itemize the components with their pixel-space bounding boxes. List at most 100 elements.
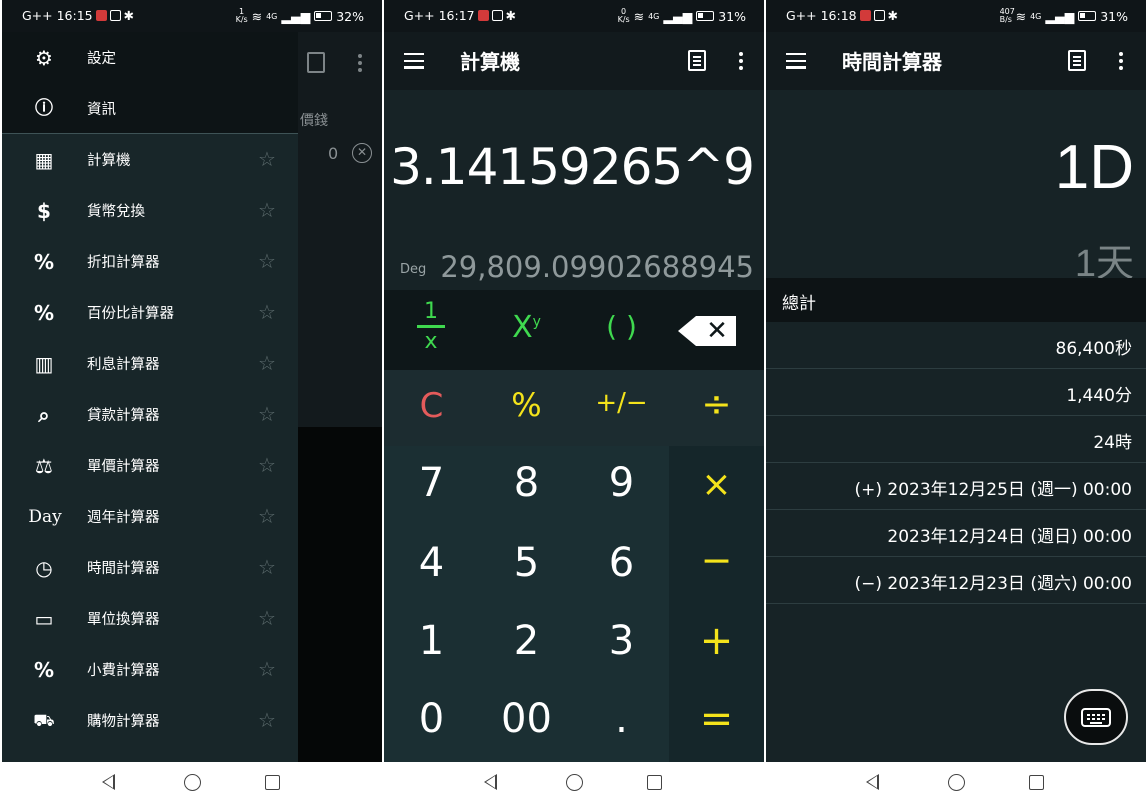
reciprocal-button[interactable]: 1x	[384, 290, 479, 370]
app-toolbar: 時間計算器	[766, 32, 1146, 90]
list-item[interactable]: (−) 2023年12月23日 (週六) 00:00	[766, 557, 1146, 604]
clear-label: C	[419, 386, 444, 426]
day-icon: Day	[28, 507, 62, 527]
angle-mode-label[interactable]: Deg	[400, 262, 426, 277]
drawer-header: ⚙ 設定 ⓘ 資訊	[2, 32, 298, 134]
drawer-item-unit-price[interactable]: ⚖ 單價計算器 ☆	[2, 440, 298, 491]
star-icon[interactable]: ☆	[258, 453, 276, 477]
digit-0-button[interactable]: 0	[384, 684, 479, 762]
star-icon[interactable]: ☆	[258, 555, 276, 579]
more-icon[interactable]	[1119, 52, 1123, 70]
divide-button[interactable]: ÷	[669, 370, 764, 446]
drawer-item-discount[interactable]: % 折扣計算器 ☆	[2, 236, 298, 287]
digit-8-button[interactable]: 8	[479, 446, 574, 526]
app-notification-icon	[95, 10, 107, 21]
network-speed: 407 B/s	[999, 7, 1015, 24]
navigation-drawer: ⚙ 設定 ⓘ 資訊 ▦ 計算機 ☆ $ 貨幣兌換 ☆ % 折扣計算器 ☆ % 百…	[2, 32, 298, 762]
list-item[interactable]: 2023年12月24日 (週日) 00:00	[766, 510, 1146, 557]
drawer-item-settings[interactable]: ⚙ 設定	[2, 32, 298, 83]
result-date-minus: (−) 2023年12月23日 (週六) 00:00	[854, 574, 1132, 594]
star-icon[interactable]: ☆	[258, 657, 276, 681]
home-icon[interactable]	[948, 774, 965, 791]
menu-icon[interactable]	[786, 53, 806, 69]
parentheses-button[interactable]: ( )	[574, 290, 669, 370]
equals-button[interactable]: =	[669, 684, 764, 762]
digit-1-button[interactable]: 1	[384, 604, 479, 684]
back-icon[interactable]	[866, 774, 879, 790]
star-icon[interactable]: ☆	[258, 606, 276, 630]
result-date-current: 2023年12月24日 (週日) 00:00	[887, 527, 1132, 547]
more-icon[interactable]	[739, 52, 743, 70]
drawer-item-anniversary[interactable]: Day 週年計算器 ☆	[2, 491, 298, 542]
back-icon[interactable]	[484, 774, 497, 790]
star-icon[interactable]: ☆	[258, 300, 276, 324]
drawer-item-percentage[interactable]: % 百份比計算器 ☆	[2, 287, 298, 338]
home-icon[interactable]	[566, 774, 583, 791]
drawer-item-label: 利息計算器	[87, 357, 160, 373]
signal-bars-icon: ▂▄▆	[663, 8, 693, 24]
drawer-item-shopping[interactable]: ⛟ 購物計算器 ☆	[2, 695, 298, 746]
digit-label: 7	[418, 460, 445, 506]
star-icon[interactable]: ☆	[258, 708, 276, 732]
recents-icon[interactable]	[647, 775, 662, 790]
divide-label: ÷	[701, 384, 732, 425]
plus-button[interactable]: +	[669, 604, 764, 684]
dimmed-price-value: 0	[328, 144, 339, 163]
drawer-item-label: 折扣計算器	[87, 255, 160, 271]
backspace-x-icon: ✕	[706, 316, 728, 346]
star-icon[interactable]: ☆	[258, 504, 276, 528]
home-icon[interactable]	[184, 774, 201, 791]
digit-6-button[interactable]: 6	[574, 526, 669, 604]
drawer-item-label: 單位換算器	[87, 612, 160, 628]
drawer-item-time[interactable]: ◷ 時間計算器 ☆	[2, 542, 298, 593]
keyboard-button[interactable]	[1064, 689, 1128, 745]
drawer-item-unit-converter[interactable]: ▭ 單位換算器 ☆	[2, 593, 298, 644]
star-icon[interactable]: ☆	[258, 402, 276, 426]
nfc-icon	[491, 10, 503, 21]
menu-icon[interactable]	[404, 53, 424, 69]
drawer-item-loan[interactable]: ⌕ 貸款計算器 ☆	[2, 389, 298, 440]
more-icon	[358, 54, 362, 75]
digit-label: 5	[513, 540, 540, 586]
list-item[interactable]: 86,400秒	[766, 322, 1146, 369]
back-icon[interactable]	[102, 774, 115, 790]
digit-5-button[interactable]: 5	[479, 526, 574, 604]
star-icon[interactable]: ☆	[258, 249, 276, 273]
drawer-item-tip[interactable]: % 小費計算器 ☆	[2, 644, 298, 695]
drawer-item-info[interactable]: ⓘ 資訊	[2, 83, 298, 134]
double-zero-button[interactable]: 00	[479, 684, 574, 762]
multiply-button[interactable]: ×	[669, 446, 764, 526]
battery-percent: 32%	[336, 8, 364, 24]
drawer-item-label: 貸款計算器	[87, 408, 160, 424]
clipboard-icon[interactable]	[688, 50, 706, 71]
list-item[interactable]: 1,440分	[766, 369, 1146, 416]
digit-2-button[interactable]: 2	[479, 604, 574, 684]
discount-bag-icon: %	[33, 250, 55, 274]
list-item[interactable]: (+) 2023年12月25日 (週一) 00:00	[766, 463, 1146, 510]
decimal-button[interactable]: .	[574, 684, 669, 762]
plus-minus-button[interactable]: +/−	[574, 370, 669, 446]
drawer-item-interest[interactable]: ▥ 利息計算器 ☆	[2, 338, 298, 389]
info-icon: ⓘ	[35, 98, 53, 119]
recents-icon[interactable]	[265, 775, 280, 790]
star-icon[interactable]: ☆	[258, 198, 276, 222]
drawer-item-currency[interactable]: $ 貨幣兌換 ☆	[2, 185, 298, 236]
clear-button[interactable]: C	[384, 370, 479, 446]
minus-button[interactable]: −	[669, 526, 764, 604]
total-header	[766, 278, 1146, 322]
carrier-time: G++ 16:15	[22, 8, 93, 23]
digit-9-button[interactable]: 9	[574, 446, 669, 526]
digit-7-button[interactable]: 7	[384, 446, 479, 526]
digit-3-button[interactable]: 3	[574, 604, 669, 684]
clipboard-icon[interactable]	[1068, 50, 1086, 71]
recents-icon[interactable]	[1029, 775, 1044, 790]
list-item[interactable]: 24時	[766, 416, 1146, 463]
star-icon[interactable]: ☆	[258, 147, 276, 171]
digit-4-button[interactable]: 4	[384, 526, 479, 604]
duration-input[interactable]: 1D	[1055, 132, 1134, 203]
power-button[interactable]: Xy	[479, 290, 574, 370]
drawer-item-calculator[interactable]: ▦ 計算機 ☆	[2, 134, 298, 185]
clipboard-icon	[307, 52, 325, 73]
star-icon[interactable]: ☆	[258, 351, 276, 375]
percent-button[interactable]: %	[479, 370, 574, 446]
